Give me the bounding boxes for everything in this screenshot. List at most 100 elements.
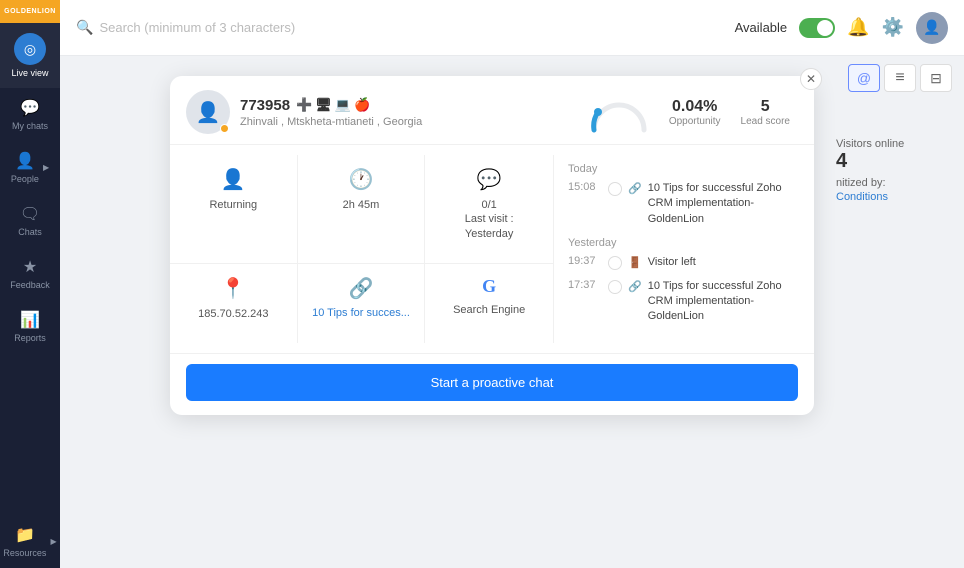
sidebar-item-people[interactable]: 👤 People ▶: [0, 141, 60, 194]
timeline-section-today: Today 15:08 🔗 10 Tips for successful Zoh…: [568, 163, 800, 227]
chat-icon: 💬: [20, 98, 40, 118]
ip-label: 185.70.52.243: [198, 307, 268, 321]
brand-logo: GOLDENLION: [0, 0, 60, 23]
feedback-icon: ★: [23, 257, 37, 277]
visitors-count: 4: [836, 150, 952, 173]
tab-list[interactable]: ≡: [884, 64, 916, 92]
search-engine-label: Search Engine: [453, 303, 525, 317]
visitors-online-label: Visitors online: [836, 138, 952, 150]
stat-page[interactable]: 🔗 10 Tips for succes...: [298, 264, 426, 343]
timeline-item: 19:37 🚪 Visitor left: [568, 255, 800, 270]
sidebar-item-live-view[interactable]: ◎ Live view: [0, 23, 60, 88]
chat-visits-icon: 💬: [477, 167, 502, 192]
sidebar: GOLDENLION ◎ Live view 💬 My chats 👤 Peop…: [0, 0, 60, 568]
returning-icon: 👤: [221, 167, 246, 192]
timeline-time: 17:37: [568, 279, 602, 291]
returning-label: Returning: [209, 198, 257, 212]
visitor-location: Zhinvali , Mtskheta-mtianeti , Georgia: [240, 116, 422, 128]
visitor-badges: ➕ 🖥 💻 🍎: [296, 97, 370, 113]
sub-header-tabs: @ ≡ ⊟: [836, 56, 964, 100]
today-label: Today: [568, 163, 800, 175]
reports-icon: 📊: [20, 310, 40, 330]
card-body: 👤 Returning 🕐 2h 45m 💬 0/1Last visit :Ye…: [170, 145, 814, 353]
resources-icon: 📁: [15, 525, 35, 545]
stat-duration: 🕐 2h 45m: [298, 155, 426, 264]
page-link-label[interactable]: 10 Tips for succes...: [312, 307, 410, 319]
stat-search-engine: G Search Engine: [425, 264, 553, 343]
chrome-icon: 🖥: [315, 97, 332, 113]
yesterday-label: Yesterday: [568, 237, 800, 249]
sidebar-item-feedback[interactable]: ★ Feedback: [0, 247, 60, 300]
volume-icon[interactable]: 🔔: [847, 17, 869, 38]
lead-score-label: Lead score: [741, 116, 790, 127]
header: 🔍 Search (minimum of 3 characters) Avail…: [60, 0, 964, 56]
visitor-avatar: 👤: [186, 90, 230, 134]
timeline-text: Visitor left: [648, 255, 696, 270]
close-button[interactable]: ✕: [800, 68, 822, 90]
visitor-info: 773958 ➕ 🖥 💻 🍎 Zhinvali , Mtskheta-mtian…: [240, 97, 422, 128]
available-toggle[interactable]: [799, 18, 835, 38]
exit-icon: 🚪: [628, 256, 642, 269]
conditions-link[interactable]: Conditions: [836, 191, 888, 203]
link-timeline-icon: 🔗: [628, 182, 642, 195]
people-icon: 👤: [15, 151, 35, 171]
timeline-dot: [608, 182, 622, 196]
timeline-item: 17:37 🔗 10 Tips for successful Zoho CRM …: [568, 279, 800, 325]
stat-returning: 👤 Returning: [170, 155, 298, 264]
start-chat-button[interactable]: Start a proactive chat: [186, 364, 798, 401]
search-icon: 🔍: [76, 19, 93, 36]
google-icon: G: [482, 276, 496, 297]
apple-icon: 🍎: [354, 97, 370, 113]
timeline-time: 19:37: [568, 255, 602, 267]
sidebar-item-resources[interactable]: 📁 Resources ▶: [0, 515, 60, 568]
sidebar-item-label: Reports: [14, 333, 46, 343]
settings-icon[interactable]: ⚙️: [882, 17, 904, 38]
link-timeline-icon2: 🔗: [628, 280, 642, 293]
search-placeholder: Search (minimum of 3 characters): [99, 20, 295, 35]
main-area: 🔍 Search (minimum of 3 characters) Avail…: [60, 0, 964, 568]
user-avatar[interactable]: 👤: [916, 12, 948, 44]
duration-label: 2h 45m: [343, 198, 380, 212]
visitor-card: ✕ 👤 773958 ➕ 🖥 💻 🍎: [170, 76, 814, 415]
visits-label: 0/1Last visit :Yesterday: [465, 198, 514, 241]
timeline-section-yesterday: Yesterday 19:37 🚪 Visitor left 17:37 🔗 1…: [568, 237, 800, 325]
search-box[interactable]: 🔍 Search (minimum of 3 characters): [76, 19, 727, 36]
lead-score-value: 5: [741, 98, 790, 116]
stat-ip: 📍 185.70.52.243: [170, 264, 298, 343]
timeline-text: 10 Tips for successful Zoho CRM implemen…: [648, 279, 800, 325]
location-icon: 📍: [221, 276, 246, 301]
timeline-text: 10 Tips for successful Zoho CRM implemen…: [648, 181, 800, 227]
plus-icon[interactable]: ➕: [296, 97, 312, 113]
timeline-dot: [608, 280, 622, 294]
opportunity-metric: 0.04% Opportunity: [669, 98, 721, 127]
chats-icon: 🗨: [20, 204, 40, 224]
timeline-item: 15:08 🔗 10 Tips for successful Zoho CRM …: [568, 181, 800, 227]
timeline-time: 15:08: [568, 181, 602, 193]
cta-area: Start a proactive chat: [170, 353, 814, 415]
tab-filter[interactable]: ⊟: [920, 64, 952, 92]
online-indicator: [220, 124, 229, 133]
sidebar-item-label: Live view: [11, 68, 48, 78]
timeline: Today 15:08 🔗 10 Tips for successful Zoh…: [554, 155, 814, 343]
sidebar-item-label: Chats: [18, 227, 42, 237]
sidebar-item-label: People: [11, 174, 39, 184]
sidebar-item-label: Feedback: [10, 280, 50, 290]
visitors-panel: Visitors online 4 nitized by: Conditions: [824, 98, 964, 211]
visitors-filter-label: nitized by:: [836, 177, 952, 189]
gauge-chart: [589, 92, 649, 132]
chevron-right-icon: ▶: [50, 537, 56, 546]
visitor-id: 773958 ➕ 🖥 💻 🍎: [240, 97, 422, 114]
opportunity-label: Opportunity: [669, 116, 721, 127]
sidebar-item-chats[interactable]: 🗨 Chats: [0, 194, 60, 247]
sidebar-item-label: Resources: [3, 548, 46, 558]
content-area: @ ≡ ⊟ Visitors online 4 nitized by: Cond…: [60, 56, 964, 568]
opportunity-value: 0.04%: [669, 98, 721, 116]
available-label: Available: [735, 20, 788, 35]
sidebar-item-label: My chats: [12, 121, 48, 131]
tab-at-sign[interactable]: @: [848, 64, 880, 92]
card-header: 👤 773958 ➕ 🖥 💻 🍎 Zhinvali , Mtskheta-mti…: [170, 76, 814, 145]
chevron-right-icon: ▶: [43, 163, 49, 172]
stats-grid: 👤 Returning 🕐 2h 45m 💬 0/1Last visit :Ye…: [170, 155, 554, 343]
sidebar-item-reports[interactable]: 📊 Reports: [0, 300, 60, 353]
sidebar-item-my-chats[interactable]: 💬 My chats: [0, 88, 60, 141]
